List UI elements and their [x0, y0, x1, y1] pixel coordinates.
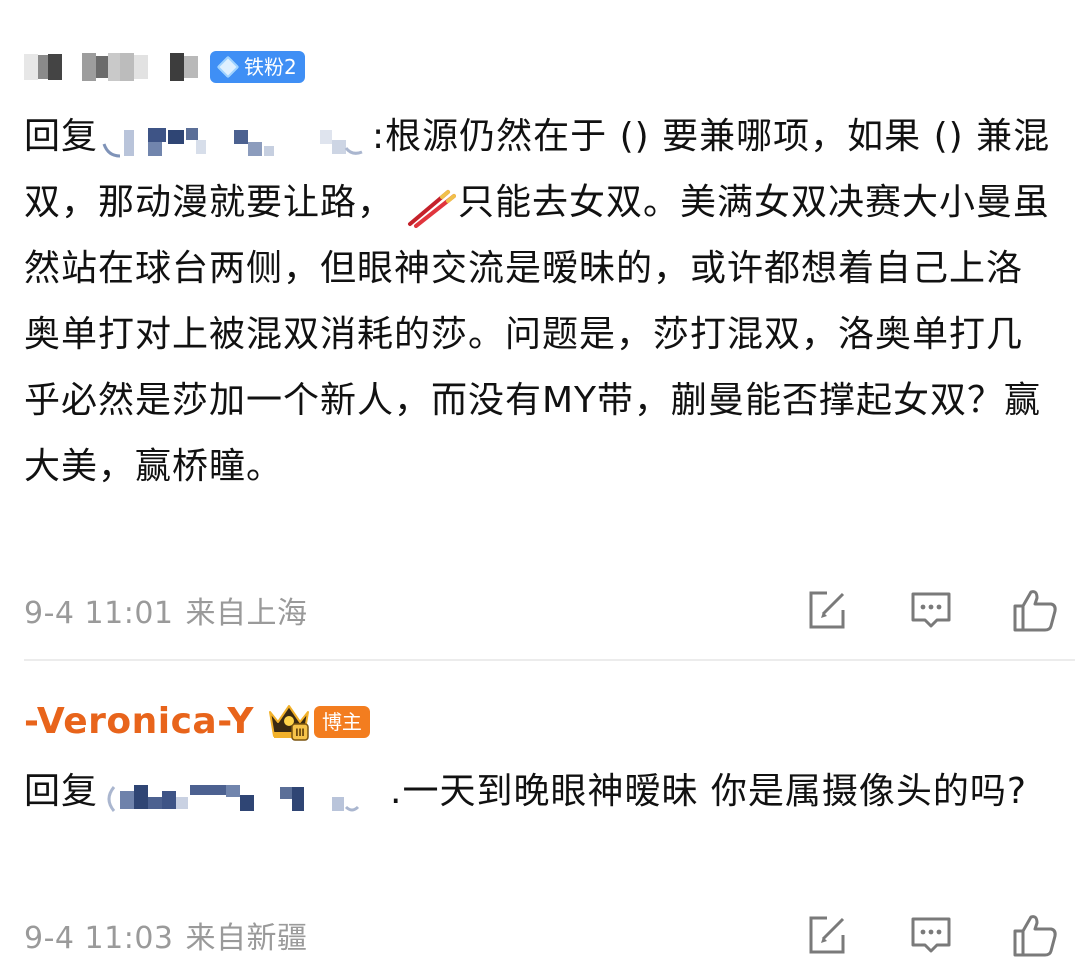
comment-text: 回复 :根源仍然在于 () 要兼哪项，如果 () 兼混双，那动漫就要让路， 只能…	[24, 104, 1054, 500]
like-icon	[1013, 915, 1057, 957]
comment-date: 9-4 11:01	[24, 596, 174, 631]
blurred-mention-mask	[102, 128, 363, 158]
like-icon	[1013, 590, 1057, 632]
blurred-username[interactable]	[24, 52, 198, 82]
repost-icon	[809, 916, 845, 954]
comment-icon	[911, 917, 951, 953]
comment-date: 9-4 11:03	[24, 921, 174, 956]
like-button[interactable]	[1009, 584, 1061, 636]
comment-icon	[911, 592, 951, 628]
blurred-mention-mask	[107, 785, 360, 812]
repost-button[interactable]	[801, 909, 853, 961]
blogger-badge[interactable]: 博主	[313, 706, 370, 738]
fan-level-badge[interactable]: 铁粉2	[210, 51, 305, 83]
fan-badge-label: 铁粉2	[244, 55, 297, 79]
like-button[interactable]	[1009, 909, 1061, 961]
blurred-mention[interactable]	[100, 118, 370, 158]
reply-prefix: 回复	[24, 116, 99, 157]
chopsticks-emoji	[404, 184, 457, 228]
crown-icon: III	[266, 702, 312, 742]
comment-button[interactable]	[905, 584, 957, 636]
username[interactable]: -Veronica-Y	[24, 699, 254, 745]
comment-location: 来自新疆	[185, 921, 308, 956]
comment-meta: 9-4 11:01 来自上海	[24, 588, 308, 632]
comment-text: 回复 .一天到晚眼神暧昧 你是属摄像头的吗?	[24, 759, 1054, 825]
comment-meta: 9-4 11:03 来自新疆	[24, 913, 308, 957]
blurred-mention[interactable]	[100, 773, 388, 813]
comment-actions	[749, 909, 1061, 961]
comment-header: 铁粉2	[24, 44, 305, 90]
reply-prefix: 回复	[24, 771, 99, 812]
comment-location: 来自上海	[185, 596, 308, 631]
comment-actions	[749, 584, 1061, 636]
comment-body: .一天到晚眼神暧昧 你是属摄像头的吗?	[390, 771, 1028, 812]
repost-button[interactable]	[801, 584, 853, 636]
comment-item: -Veronica-Y III 博主 回复 .一天到晚眼神暧昧 你是属摄像头的吗…	[0, 661, 1075, 977]
comment-body-part2: 只能去女双。美满女双决赛大小曼虽然站在球台两侧，但眼神交流是暧昧的，或许都想着自…	[24, 182, 1051, 487]
svg-text:III: III	[295, 727, 304, 739]
comment-item: 铁粉2 回复 :根源仍然在于 () 要兼哪项，如果 () 兼混双，那动漫就要让路…	[0, 0, 1075, 660]
comment-button[interactable]	[905, 909, 957, 961]
repost-icon	[809, 591, 845, 629]
diamond-icon	[216, 55, 240, 79]
comment-header: -Veronica-Y III 博主	[24, 699, 370, 745]
